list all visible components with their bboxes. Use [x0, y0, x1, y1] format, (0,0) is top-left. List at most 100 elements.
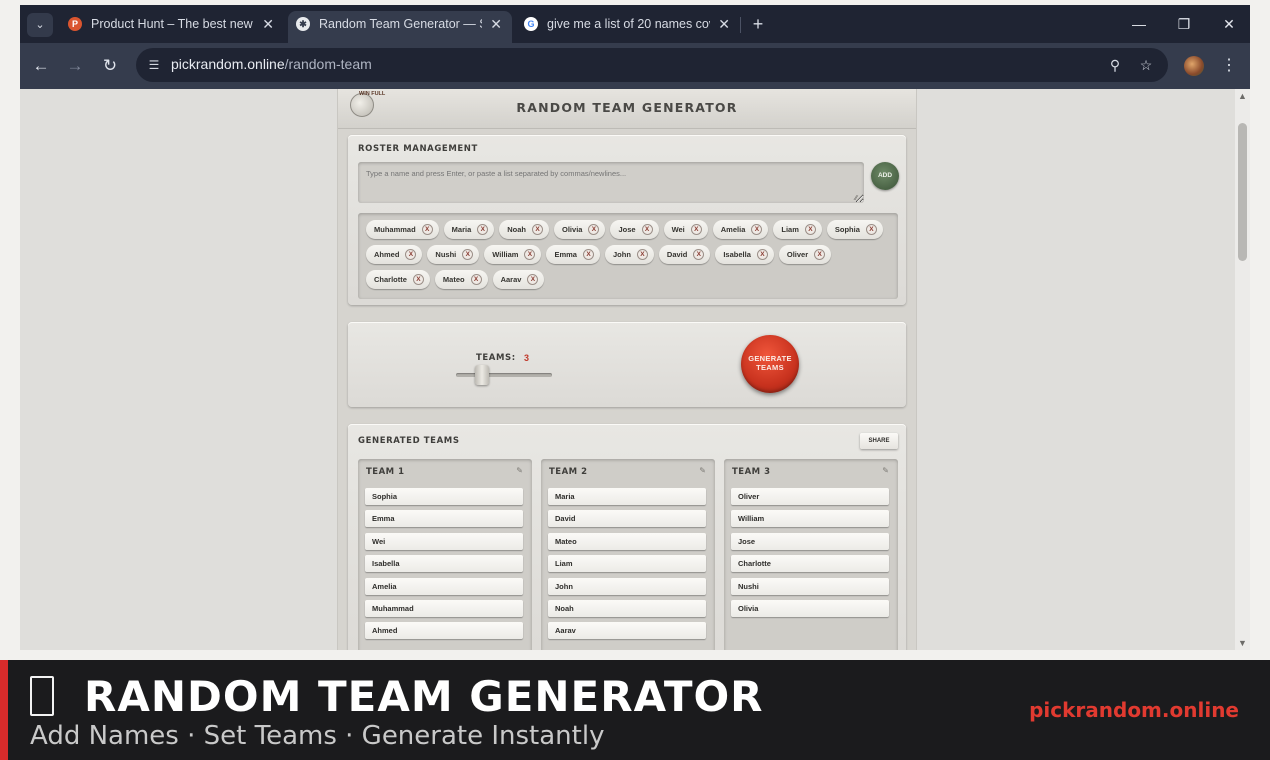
add-button[interactable]: ADD: [871, 162, 899, 190]
remove-name-button[interactable]: X: [532, 224, 544, 235]
banner-subtitle: Add Names · Set Teams · Generate Instant…: [30, 721, 605, 751]
share-button[interactable]: SHARE: [860, 433, 898, 449]
new-tab-button[interactable]: +: [748, 11, 768, 37]
team-member[interactable]: Muhammad: [365, 600, 523, 617]
minimize-button[interactable]: —: [1124, 11, 1154, 37]
remove-name-button[interactable]: X: [582, 249, 594, 260]
team-member[interactable]: Isabella: [365, 555, 523, 573]
tab-bar: ⌄ P Product Hunt – The best new pr ✕ ✱ R…: [20, 5, 1250, 43]
remove-name-button[interactable]: X: [421, 224, 433, 235]
remove-name-button[interactable]: X: [865, 224, 877, 235]
tab-title: Random Team Generator — Spl: [319, 17, 482, 31]
remove-name-button[interactable]: X: [527, 274, 539, 285]
remove-name-button[interactable]: X: [814, 249, 826, 260]
remove-name-button[interactable]: X: [690, 224, 702, 235]
restore-button[interactable]: ❐: [1169, 11, 1199, 37]
bookmark-star-icon[interactable]: ☆: [1136, 56, 1156, 74]
roster-chip-label: Nushi: [435, 250, 457, 259]
close-icon[interactable]: ✕: [262, 11, 274, 37]
roster-chip-label: Jose: [618, 225, 636, 234]
edit-team-name-icon[interactable]: ✎: [516, 466, 523, 475]
roster-chip-label: Amelia: [720, 225, 746, 234]
generate-label-line1: GENERATE: [748, 354, 792, 363]
banner-site: pickrandom.online: [1029, 698, 1239, 722]
teams-slider-handle[interactable]: [475, 365, 489, 385]
remove-name-button[interactable]: X: [477, 224, 489, 235]
remove-name-button[interactable]: X: [470, 274, 482, 285]
browser-window: ⌄ P Product Hunt – The best new pr ✕ ✱ R…: [20, 5, 1250, 650]
scrollbar-thumb[interactable]: [1238, 123, 1247, 261]
team-member[interactable]: David: [548, 510, 706, 528]
remove-name-button[interactable]: X: [462, 249, 474, 260]
close-icon[interactable]: ✕: [718, 11, 730, 37]
url-text[interactable]: pickrandom.online/random-team: [171, 56, 372, 72]
remove-name-button[interactable]: X: [405, 249, 417, 260]
tab-product-hunt[interactable]: P Product Hunt – The best new pr ✕: [60, 11, 284, 43]
site-settings-icon[interactable]: ☰: [145, 56, 163, 74]
forward-arrow-icon[interactable]: →: [63, 54, 87, 78]
remove-name-button[interactable]: X: [524, 249, 536, 260]
browser-menu-icon[interactable]: ⋮: [1219, 54, 1239, 78]
roster-chip-label: Noah: [507, 225, 527, 234]
chip-row: Charlotte X Mateo X Aarav X: [366, 270, 545, 289]
team-member[interactable]: Jose: [731, 532, 889, 550]
team-member[interactable]: William: [731, 510, 889, 528]
team-member[interactable]: Mateo: [548, 532, 706, 550]
remove-name-button[interactable]: X: [693, 249, 705, 260]
team-column: TEAM 2 ✎ Maria David Mateo Liam John Noah Aarav: [541, 459, 715, 650]
profile-avatar[interactable]: [1184, 56, 1204, 76]
chip-row: Muhammad X Maria X Noah X Olivia X Jose X Wei X Amel…: [366, 220, 883, 239]
team-member[interactable]: Ahmed: [365, 622, 523, 640]
roster-chip: David X: [658, 245, 711, 264]
edit-team-name-icon[interactable]: ✎: [882, 466, 889, 475]
team-member[interactable]: Aarav: [548, 622, 706, 640]
product-hunt-favicon-icon: P: [68, 17, 82, 31]
zoom-icon[interactable]: ⚲: [1105, 56, 1125, 74]
generated-teams-panel: GENERATED TEAMS SHARE TEAM 1 ✎ Sophia Emma W…: [348, 424, 906, 650]
name-input[interactable]: [358, 162, 864, 203]
scroll-down-icon[interactable]: ▼: [1237, 638, 1248, 648]
roster-chip: Ahmed X: [366, 245, 423, 264]
team-member[interactable]: Olivia: [731, 600, 889, 617]
roster-chip: Muhammad X: [366, 220, 439, 239]
team-member[interactable]: Amelia: [365, 577, 523, 595]
remove-name-button[interactable]: X: [588, 224, 600, 235]
page-scrollbar[interactable]: ▲ ▼: [1235, 89, 1250, 650]
team-member[interactable]: Emma: [365, 510, 523, 528]
roster-chip-label: Olivia: [562, 225, 583, 234]
team-member[interactable]: Oliver: [731, 488, 889, 505]
tab-search-button[interactable]: ⌄: [27, 13, 53, 37]
remove-name-button[interactable]: X: [751, 224, 763, 235]
roster-chip-label: Muhammad: [374, 225, 416, 234]
roster-chip: Noah X: [499, 220, 550, 239]
roster-chip: Olivia X: [554, 220, 606, 239]
remove-name-button[interactable]: X: [804, 224, 816, 235]
scroll-up-icon[interactable]: ▲: [1237, 91, 1248, 101]
reload-icon[interactable]: ↻: [98, 54, 122, 78]
edit-team-name-icon[interactable]: ✎: [699, 466, 706, 475]
team-member[interactable]: Noah: [548, 600, 706, 617]
team-member[interactable]: John: [548, 577, 706, 595]
tab-google-search[interactable]: G give me a list of 20 names cove ✕: [516, 11, 740, 43]
team-member[interactable]: Wei: [365, 532, 523, 550]
back-arrow-icon[interactable]: ←: [29, 54, 53, 78]
teams-slider[interactable]: [456, 373, 552, 377]
team-member[interactable]: Sophia: [365, 488, 523, 505]
resize-handle-icon[interactable]: ∕∕: [855, 195, 857, 202]
generate-teams-button[interactable]: GENERATE TEAMS: [741, 335, 799, 393]
roster-chip-label: Mateo: [442, 275, 465, 284]
team-member[interactable]: Nushi: [731, 577, 889, 595]
team-member[interactable]: Liam: [548, 555, 706, 573]
roster-chip: Charlotte X: [366, 270, 430, 289]
window-close-button[interactable]: ✕: [1214, 11, 1244, 37]
team-member[interactable]: Charlotte: [731, 555, 889, 573]
remove-name-button[interactable]: X: [641, 224, 653, 235]
remove-name-button[interactable]: X: [412, 274, 424, 285]
remove-name-button[interactable]: X: [636, 249, 648, 260]
tab-random-team-generator[interactable]: ✱ Random Team Generator — Spl ✕: [288, 11, 512, 43]
close-icon[interactable]: ✕: [490, 11, 502, 37]
remove-name-button[interactable]: X: [756, 249, 768, 260]
address-bar[interactable]: ☰ pickrandom.online/random-team ⚲ ☆: [136, 48, 1168, 82]
team-name: TEAM 2: [549, 467, 588, 477]
team-member[interactable]: Maria: [548, 488, 706, 505]
